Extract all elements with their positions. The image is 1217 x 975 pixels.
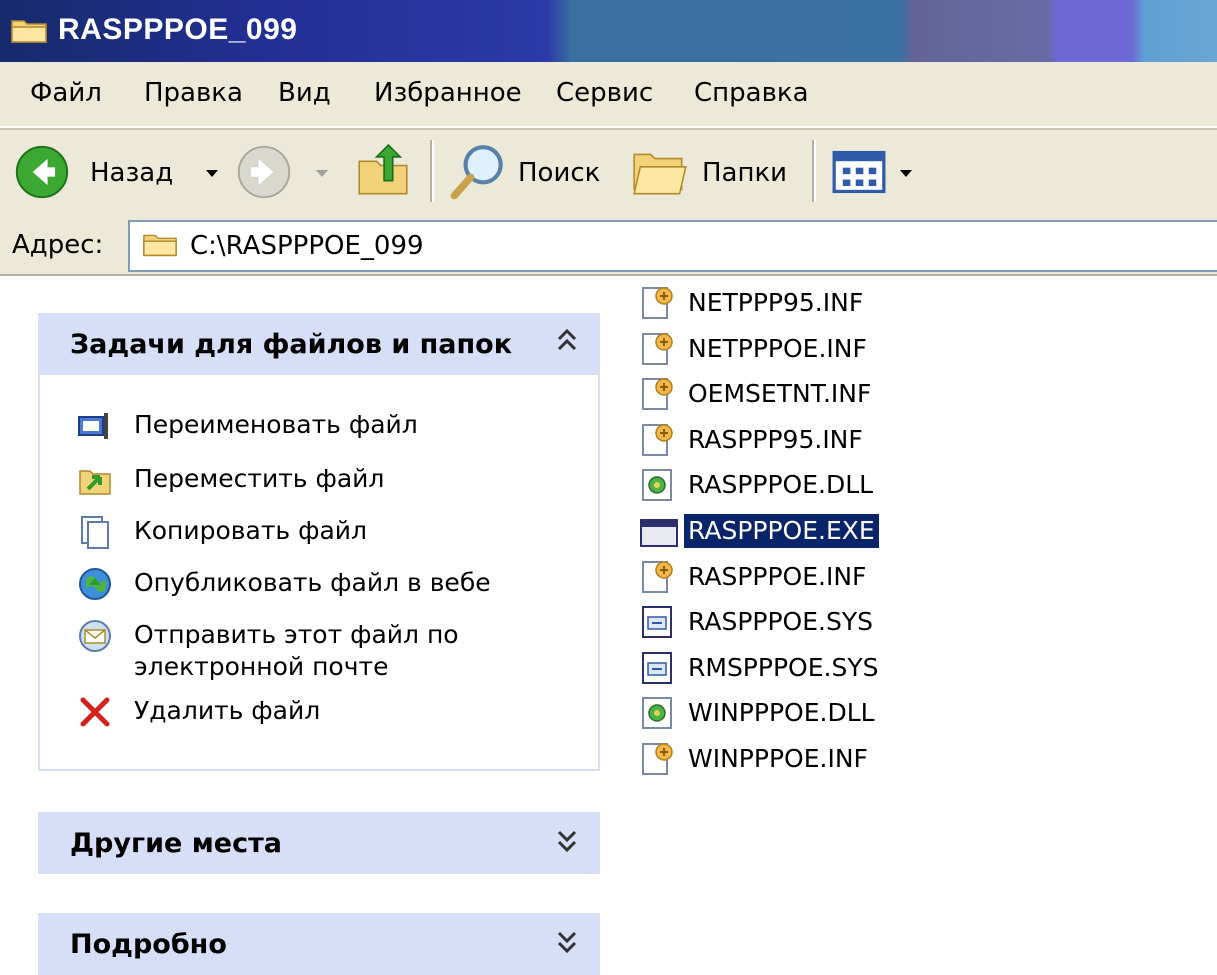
- file-name: RMSPPPOE.SYS: [688, 652, 879, 682]
- inf-file-icon: [642, 560, 673, 593]
- menu-edit[interactable]: Правка: [144, 78, 243, 108]
- details-panel: Подробно: [38, 913, 600, 975]
- expand-chevron-icon[interactable]: [556, 826, 578, 854]
- panel-header[interactable]: Подробно: [38, 913, 600, 975]
- task-label: Переместить файл: [134, 464, 385, 493]
- file-item[interactable]: RASPPPOE.SYS: [640, 602, 877, 642]
- task-label: Отправить этот файл по электронной почте: [134, 620, 459, 681]
- inf-file-icon: [642, 378, 673, 411]
- address-bar: Адрес: C:\RASPPPOE_099: [0, 214, 1217, 276]
- file-item[interactable]: NETPPP95.INF: [640, 283, 867, 323]
- sys-file-icon: [642, 651, 672, 684]
- address-label: Адрес:: [12, 230, 104, 260]
- task-label: Переименовать файл: [134, 410, 418, 439]
- task-publish[interactable]: Опубликовать файл в вебе: [78, 567, 534, 601]
- file-item[interactable]: RASPPPOE.EXE: [640, 511, 879, 551]
- inf-file-icon: [642, 287, 673, 319]
- folders-button[interactable]: Папки: [702, 158, 787, 188]
- file-name: RASPPPOE.EXE: [684, 514, 879, 548]
- dll-file-icon: [642, 697, 672, 730]
- file-name: NETPPP95.INF: [688, 288, 864, 317]
- file-item[interactable]: RASPPP95.INF: [640, 420, 867, 460]
- toolbar-separator: [812, 140, 816, 202]
- dll-file-icon: [642, 469, 672, 502]
- file-item[interactable]: NETPPPOE.INF: [640, 329, 871, 369]
- move-icon: [79, 470, 111, 495]
- expand-chevron-icon[interactable]: [556, 927, 578, 955]
- exe-file-icon: [640, 519, 678, 547]
- inf-file-icon: [642, 743, 673, 775]
- rename-icon: [78, 413, 108, 439]
- views-icon[interactable]: [832, 150, 886, 194]
- forward-arrow-icon[interactable]: [236, 144, 292, 200]
- file-name: RASPPPOE.SYS: [688, 607, 873, 637]
- address-value: C:\RASPPPOE_099: [190, 231, 424, 261]
- collapse-chevron-icon[interactable]: [556, 327, 578, 355]
- file-item[interactable]: RASPPPOE.DLL: [640, 465, 877, 505]
- panel-title: Задачи для файлов и папок: [70, 329, 513, 360]
- panel-header[interactable]: Задачи для файлов и папок: [38, 313, 600, 375]
- file-name: WINPPPOE.INF: [688, 744, 868, 773]
- folder-icon: [143, 234, 177, 257]
- task-rename[interactable]: Переименовать файл: [78, 409, 534, 443]
- panel-title: Другие места: [70, 828, 282, 859]
- web-publish-icon: [79, 568, 111, 600]
- address-input[interactable]: C:\RASPPPOE_099: [128, 220, 1217, 272]
- window-title: RASPPPOE_099: [58, 13, 298, 46]
- folder-icon: [11, 20, 47, 43]
- file-name: WINPPPOE.DLL: [688, 698, 875, 728]
- menu-view[interactable]: Вид: [278, 78, 331, 108]
- folders-icon[interactable]: [630, 146, 692, 198]
- up-folder-icon[interactable]: [356, 144, 410, 198]
- toolbar: Назад Поиск Папки: [0, 128, 1217, 216]
- panel-header[interactable]: Другие места: [38, 812, 600, 874]
- menu-file[interactable]: Файл: [30, 78, 102, 108]
- search-button[interactable]: Поиск: [518, 158, 600, 188]
- back-arrow-icon: [15, 145, 69, 199]
- delete-icon: [80, 697, 110, 727]
- task-copy[interactable]: Копировать файл: [78, 515, 534, 549]
- back-label: Назад: [90, 158, 174, 188]
- forward-dropdown-icon[interactable]: [316, 170, 328, 177]
- panel-title: Подробно: [70, 929, 227, 960]
- file-name: RASPPP95.INF: [688, 424, 863, 454]
- email-icon: [79, 620, 111, 652]
- file-name: OEMSETNT.INF: [688, 379, 872, 409]
- panel-body: Переименовать файл Переместить файл Копи…: [38, 375, 600, 771]
- inf-file-icon: [642, 423, 673, 456]
- file-item[interactable]: WINPPPOE.INF: [640, 739, 872, 779]
- task-label: Копировать файл: [134, 516, 368, 545]
- sys-file-icon: [642, 606, 672, 639]
- file-item[interactable]: WINPPPOE.DLL: [640, 693, 879, 733]
- file-item[interactable]: OEMSETNT.INF: [640, 374, 875, 414]
- menu-bar: Файл Правка Вид Избранное Сервис Справка: [0, 62, 1217, 128]
- file-tasks-panel: Задачи для файлов и папок Переименовать …: [38, 313, 600, 771]
- file-name: RASPPPOE.DLL: [688, 470, 874, 500]
- task-delete[interactable]: Удалить файл: [78, 695, 534, 729]
- file-name: RASPPPOE.INF: [688, 561, 867, 591]
- menu-help[interactable]: Справка: [694, 78, 809, 108]
- file-name: NETPPPOE.INF: [688, 333, 867, 363]
- views-dropdown-icon[interactable]: [900, 170, 912, 177]
- copy-icon: [81, 516, 109, 549]
- toolbar-separator: [430, 140, 434, 202]
- file-item[interactable]: RASPPPOE.INF: [640, 557, 870, 597]
- task-move[interactable]: Переместить файл: [78, 463, 534, 497]
- task-label: Опубликовать файл в вебе: [134, 568, 491, 597]
- task-email[interactable]: Отправить этот файл по электронной почте: [78, 619, 494, 683]
- other-places-panel: Другие места: [38, 812, 600, 874]
- back-dropdown-icon[interactable]: [206, 170, 218, 177]
- task-label: Удалить файл: [134, 696, 321, 725]
- inf-file-icon: [642, 332, 673, 365]
- back-button[interactable]: Назад: [14, 140, 224, 202]
- file-item[interactable]: RMSPPPOE.SYS: [640, 648, 882, 688]
- menu-favorites[interactable]: Избранное: [374, 78, 522, 108]
- title-bar: RASPPPOE_099: [0, 0, 1217, 62]
- menu-tools[interactable]: Сервис: [556, 78, 653, 108]
- search-icon[interactable]: [448, 140, 510, 202]
